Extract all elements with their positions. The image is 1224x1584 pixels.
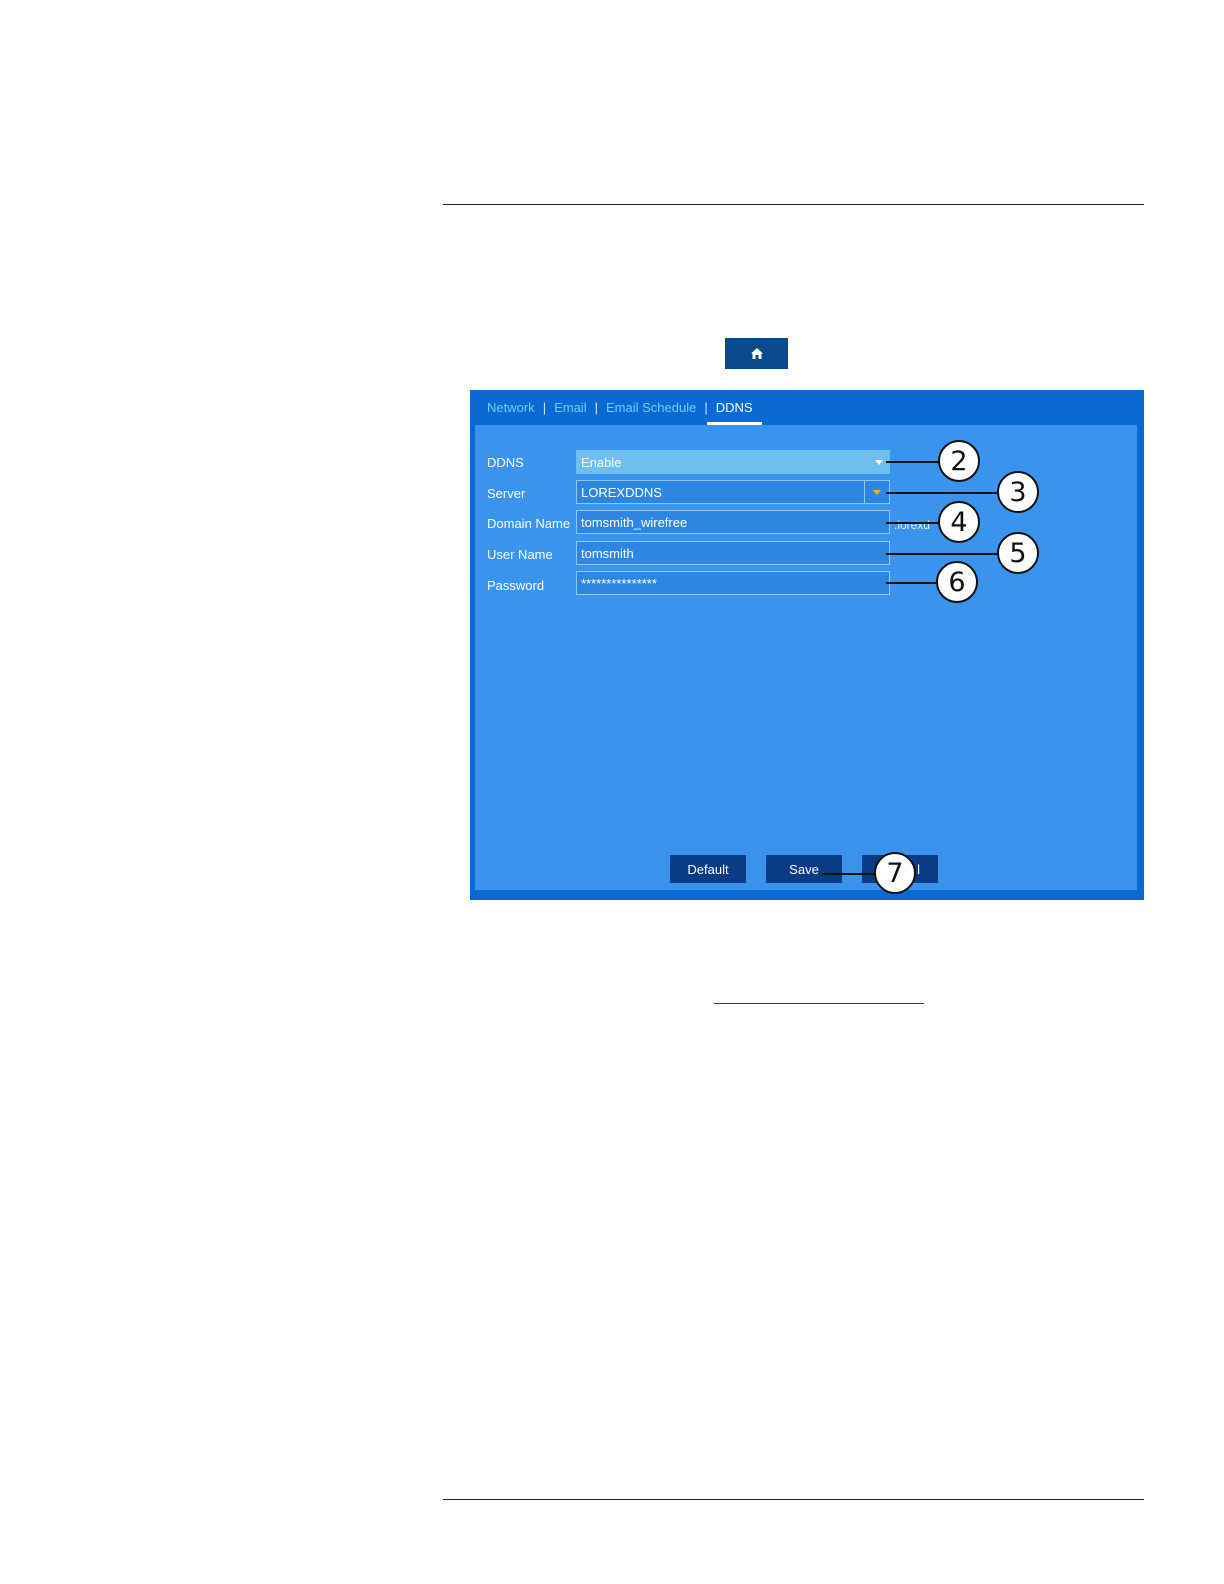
- password-field[interactable]: ***************: [576, 571, 890, 595]
- password-label: Password: [487, 578, 545, 593]
- chevron-down-icon: [873, 490, 881, 495]
- ddns-select[interactable]: Enable: [576, 450, 890, 474]
- ddns-label: DDNS: [487, 455, 524, 470]
- tab-bar: Network | Email | Email Schedule | DDNS: [487, 390, 762, 425]
- password-value: ***************: [581, 576, 657, 591]
- ddns-settings-window: Network | Email | Email Schedule | DDNS …: [470, 390, 1144, 900]
- callout-2: 2: [938, 440, 980, 482]
- callout-3: 3: [997, 471, 1039, 513]
- server-label: Server: [487, 486, 526, 501]
- domain-suffix: .lorexd: [894, 518, 931, 532]
- user-name-label: User Name: [487, 547, 553, 562]
- hyperlink-underline[interactable]: [714, 1003, 924, 1004]
- top-rule: [443, 204, 1144, 205]
- domain-name-value: tomsmith_wirefree: [581, 515, 688, 530]
- tab-separator: |: [542, 399, 547, 415]
- tab-separator: |: [594, 399, 598, 415]
- chevron-down-icon: [875, 460, 883, 465]
- callout-leader: [886, 582, 936, 584]
- domain-name-field[interactable]: tomsmith_wirefree: [576, 510, 890, 534]
- callout-leader: [886, 492, 997, 494]
- user-name-field[interactable]: tomsmith: [576, 541, 890, 565]
- default-button[interactable]: Default: [670, 855, 746, 883]
- callout-leader: [886, 461, 939, 463]
- ddns-value: Enable: [581, 455, 622, 470]
- save-button[interactable]: Save: [766, 855, 842, 883]
- callout-5: 5: [997, 532, 1039, 574]
- bottom-rule: [443, 1499, 1144, 1500]
- callout-leader: [822, 873, 875, 875]
- home-icon: [750, 348, 763, 359]
- callout-7: 7: [874, 852, 916, 894]
- server-select[interactable]: LOREXDDNS: [576, 480, 890, 504]
- home-button[interactable]: [725, 338, 788, 369]
- callout-leader: [886, 553, 997, 555]
- tab-network[interactable]: Network: [487, 400, 535, 415]
- tab-ddns[interactable]: DDNS: [706, 400, 762, 425]
- tab-separator: |: [704, 399, 708, 415]
- domain-name-label: Domain Name: [487, 516, 571, 531]
- tab-email-schedule[interactable]: Email Schedule: [606, 400, 696, 415]
- callout-4: 4: [938, 501, 980, 543]
- user-name-value: tomsmith: [581, 546, 634, 561]
- callout-leader: [886, 522, 938, 524]
- callout-6: 6: [936, 561, 978, 603]
- server-value: LOREXDDNS: [581, 485, 662, 500]
- tab-email[interactable]: Email: [554, 400, 587, 415]
